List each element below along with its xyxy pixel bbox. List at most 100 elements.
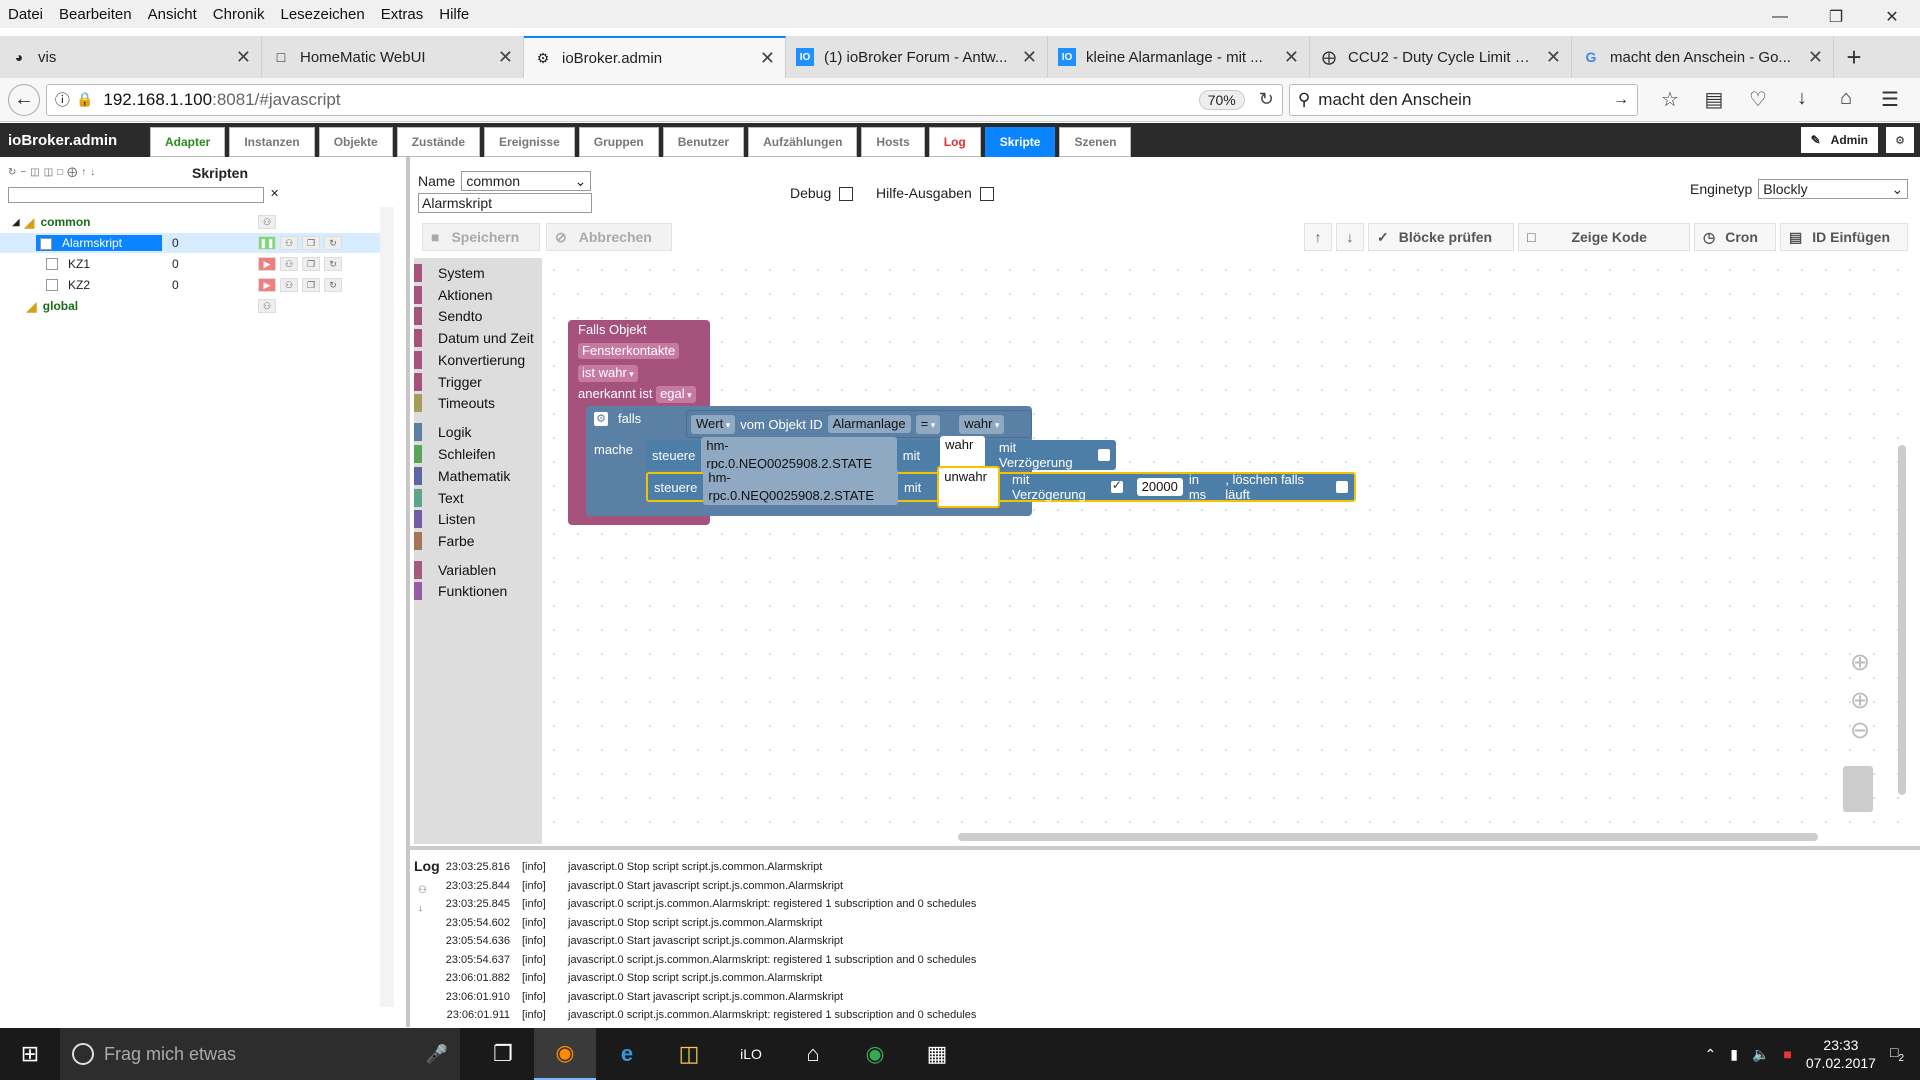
browser-tab-google[interactable]: G macht den Anschein - Go... ✕ (1572, 36, 1834, 78)
back-icon[interactable]: ← (8, 83, 40, 116)
download-icon[interactable]: ↓ (90, 167, 95, 178)
delete-icon[interactable]: ⚇ (418, 882, 427, 900)
menu-lesezeichen[interactable]: Lesezeichen (272, 6, 372, 23)
cron-button[interactable]: ◷ Cron (1694, 223, 1776, 251)
state-id-field[interactable]: hm-rpc.0.NEQ0025908.2.STATE (703, 469, 898, 505)
hilfe-checkbox[interactable] (979, 187, 994, 202)
tab-ereignisse[interactable]: Ereignisse (484, 127, 575, 157)
zoom-out-icon[interactable]: ⊖ (1850, 716, 1870, 745)
tree-folder-global[interactable]: ◢ global ⚇ (0, 296, 380, 316)
restart-icon[interactable]: ↻ (324, 257, 342, 271)
explorer-icon[interactable]: ◫ (658, 1028, 720, 1080)
notification-icon[interactable]: □2 (1890, 1044, 1904, 1064)
save-button[interactable]: ■ Speichern (422, 223, 540, 251)
minimize-icon[interactable]: — (1752, 0, 1808, 34)
operator-dropdown[interactable]: = (915, 414, 941, 434)
close-tab-icon[interactable]: ✕ (498, 47, 513, 68)
debug-checkbox[interactable] (839, 187, 854, 202)
state-id-field[interactable]: hm-rpc.0.NEQ0025908.2.STATE (701, 437, 897, 473)
info-icon[interactable]: ⓘ (55, 89, 70, 110)
recenter-icon[interactable]: ⊕ (1850, 648, 1870, 677)
download-icon[interactable]: ↓ (1780, 87, 1824, 112)
restart-icon[interactable]: ↻ (324, 278, 342, 292)
folder-open-icon[interactable]: ◫ (30, 167, 39, 178)
object-id-field[interactable]: Alarmanlage (827, 415, 911, 433)
close-tab-icon[interactable]: ✕ (236, 47, 251, 68)
bookmark-star-icon[interactable]: ☆ (1648, 87, 1692, 112)
tab-instanzen[interactable]: Instanzen (229, 127, 315, 157)
tab-gruppen[interactable]: Gruppen (578, 127, 659, 157)
toolbox-logik[interactable]: Logik (414, 423, 471, 441)
toolbox-timeouts[interactable]: Timeouts (414, 394, 495, 412)
collapse-icon[interactable]: − (20, 167, 26, 178)
add-icon[interactable]: ⨁ (67, 167, 77, 178)
microphone-icon[interactable]: 🎤 (426, 1044, 448, 1065)
menu-datei[interactable]: Datei (0, 6, 51, 23)
workspace-vscroll[interactable] (1898, 445, 1906, 795)
toolbox-text[interactable]: Text (414, 489, 464, 507)
battery-icon[interactable]: ▮ (1730, 1046, 1738, 1063)
toolbox-schleifen[interactable]: Schleifen (414, 445, 496, 463)
clear-checkbox[interactable] (1336, 481, 1348, 493)
clock[interactable]: 23:33 07.02.2017 (1806, 1036, 1876, 1072)
script-name-input[interactable]: Alarmskript (418, 193, 592, 213)
check-blocks-button[interactable]: ✓ Blöcke prüfen (1368, 223, 1514, 251)
delay-checkbox[interactable] (1110, 478, 1123, 493)
settings-icon[interactable]: ⚙ (1886, 127, 1914, 153)
clear-filter-icon[interactable]: ✕ (270, 187, 279, 200)
tab-adapter[interactable]: Adapter (150, 127, 226, 157)
close-window-icon[interactable]: ✕ (1864, 0, 1920, 34)
tree-item-kz2[interactable]: KZ2 0 ▶ ⚇ ❐ ↻ (0, 275, 380, 295)
toolbox-trigger[interactable]: Trigger (414, 373, 482, 391)
toolbox-datum-und-zeit[interactable]: Datum und Zeit (414, 329, 534, 347)
new-tab-button[interactable]: + (1834, 36, 1874, 78)
admin-user-button[interactable]: ✎ Admin (1800, 127, 1878, 153)
upload-icon[interactable]: ↑ (81, 167, 86, 178)
new-script-icon[interactable]: □ (57, 167, 63, 178)
trigger-condition-dropdown[interactable]: ist wahr (578, 365, 638, 382)
menu-extras[interactable]: Extras (373, 6, 432, 23)
delete-icon[interactable]: ⚇ (258, 299, 276, 313)
copy-icon[interactable]: ❐ (302, 278, 320, 292)
wert-dropdown[interactable]: Wert (691, 414, 736, 434)
workspace-hscroll[interactable] (958, 833, 1818, 841)
refresh-icon[interactable]: ↻ (8, 167, 16, 178)
store-icon[interactable]: ▦ (906, 1028, 968, 1080)
pause-icon[interactable]: ❚❚ (258, 236, 276, 250)
scripts-filter-input[interactable] (8, 187, 264, 203)
trigger-object-field[interactable]: Fensterkontakte (578, 343, 680, 359)
delete-icon[interactable]: ⚇ (258, 215, 276, 229)
close-tab-icon[interactable]: ✕ (1546, 47, 1561, 68)
toolbox-konvertierung[interactable]: Konvertierung (414, 351, 525, 369)
delay-input[interactable]: 20000 (1136, 478, 1183, 496)
tab-benutzer[interactable]: Benutzer (662, 127, 745, 157)
search-go-icon[interactable]: → (1613, 91, 1629, 109)
menu-chronik[interactable]: Chronik (205, 6, 273, 23)
tree-item-kz1[interactable]: KZ1 0 ▶ ⚇ ❐ ↻ (0, 254, 380, 274)
condition-block[interactable]: Wert vom Objekt ID Alarmanlage = wahr (686, 410, 1032, 438)
close-tab-icon[interactable]: ✕ (1284, 47, 1299, 68)
menu-ansicht[interactable]: Ansicht (140, 6, 205, 23)
toolbox-system[interactable]: System (414, 264, 485, 282)
close-tab-icon[interactable]: ✕ (760, 48, 775, 69)
home-app-icon[interactable]: ⌂ (782, 1028, 844, 1080)
control-block-2[interactable]: steuere hm-rpc.0.NEQ0025908.2.STATE mit … (646, 466, 1356, 508)
menu-bearbeiten[interactable]: Bearbeiten (51, 6, 140, 23)
restore-icon[interactable]: ❐ (1808, 0, 1864, 34)
value-dropdown[interactable]: unwahr (937, 466, 1001, 508)
folder-add-icon[interactable]: ◫ (44, 167, 53, 178)
import-button[interactable]: ↓ (1336, 223, 1364, 251)
pocket-icon[interactable]: ♡ (1736, 87, 1780, 112)
browser-tab-forum[interactable]: IO (1) ioBroker Forum - Antw... ✕ (786, 36, 1048, 78)
tree-item-alarmskript[interactable]: Alarmskript 0 ❚❚ ⚇ ❐ ↻ (0, 233, 380, 253)
cortana-search[interactable]: Frag mich etwas 🎤 (60, 1028, 460, 1080)
toolbox-funktionen[interactable]: Funktionen (414, 582, 507, 600)
close-tab-icon[interactable]: ✕ (1022, 47, 1037, 68)
chrome-icon[interactable]: ◉ (844, 1028, 906, 1080)
copy-icon[interactable]: ❐ (302, 257, 320, 271)
search-bar[interactable]: ⚲ macht den Anschein → (1288, 83, 1638, 116)
task-view-icon[interactable]: ❐ (472, 1028, 534, 1080)
tray-app-icon[interactable]: ■ (1783, 1046, 1791, 1062)
tab-objekte[interactable]: Objekte (318, 127, 393, 157)
toolbox-aktionen[interactable]: Aktionen (414, 286, 492, 304)
